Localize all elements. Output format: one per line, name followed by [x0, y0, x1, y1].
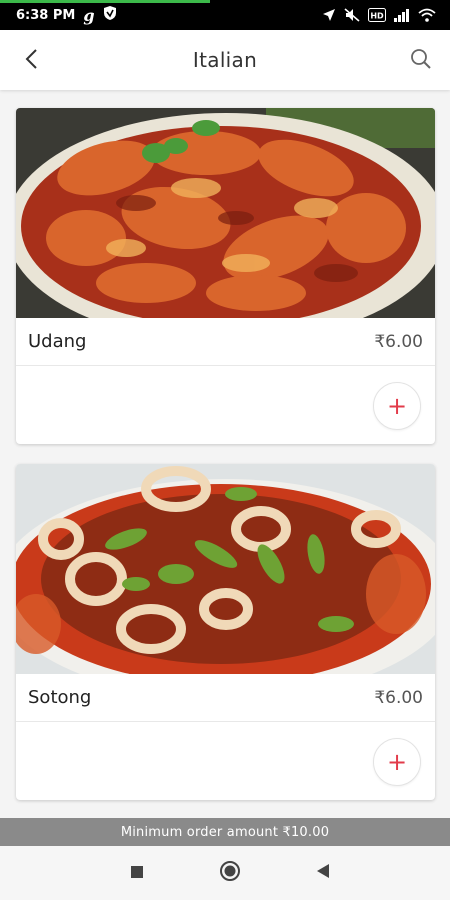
item-actions: + [16, 366, 435, 444]
system-nav-bar [0, 846, 450, 900]
item-name: Udang [28, 331, 87, 352]
search-button[interactable] [404, 44, 438, 78]
menu-item-card[interactable]: Udang ₹6.00 + [16, 108, 435, 444]
add-to-cart-button[interactable]: + [373, 382, 421, 430]
status-time: 6:38 PM [16, 7, 76, 23]
plus-icon: + [386, 392, 408, 420]
app-bar: Italian [0, 30, 450, 90]
item-price: ₹6.00 [374, 331, 423, 352]
plus-icon: + [386, 748, 408, 776]
mute-icon [344, 8, 360, 22]
location-icon [322, 8, 336, 22]
wifi-icon [418, 8, 436, 22]
item-name: Sotong [28, 687, 92, 708]
minimum-order-text: Minimum order amount ₹10.00 [120, 824, 330, 840]
back-button[interactable] [14, 44, 48, 78]
vpn-shield-icon [103, 5, 117, 25]
status-right: HD [322, 8, 436, 22]
item-photo-udang [16, 108, 435, 318]
recents-square-icon [130, 864, 144, 883]
home-button[interactable] [215, 858, 245, 888]
back-triangle-icon [316, 863, 330, 883]
item-photo-sotong [16, 464, 435, 674]
menu-list[interactable]: Udang ₹6.00 + Sotong ₹6.00 + [0, 90, 450, 818]
page-title: Italian [192, 48, 258, 72]
item-actions: + [16, 722, 435, 800]
recents-button[interactable] [122, 858, 152, 888]
svg-text:HD: HD [370, 12, 384, 21]
status-left: 6:38 PM g [16, 5, 117, 25]
add-to-cart-button[interactable]: + [373, 738, 421, 786]
home-circle-icon [219, 860, 241, 886]
status-progress-bar [0, 0, 210, 3]
g-icon: g [83, 5, 95, 25]
menu-item-card[interactable]: Sotong ₹6.00 + [16, 464, 435, 800]
item-price: ₹6.00 [374, 687, 423, 708]
back-nav-button[interactable] [308, 858, 338, 888]
signal-icon [394, 8, 410, 22]
volte-icon: HD [368, 8, 386, 22]
minimum-order-banner: Minimum order amount ₹10.00 [0, 818, 450, 846]
item-info: Udang ₹6.00 [16, 318, 435, 366]
status-bar: 6:38 PM g HD [0, 0, 450, 30]
chevron-left-icon [24, 48, 38, 74]
item-info: Sotong ₹6.00 [16, 674, 435, 722]
search-icon [409, 47, 433, 75]
